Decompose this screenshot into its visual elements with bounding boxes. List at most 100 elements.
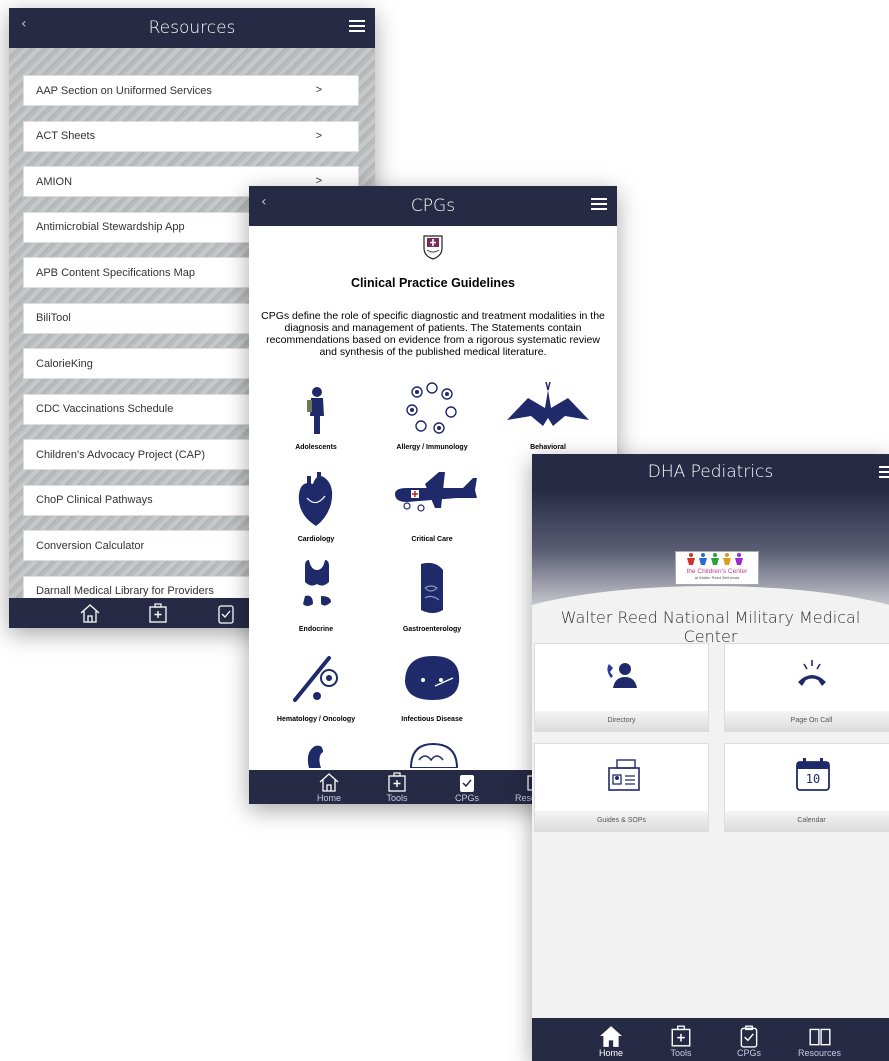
category-infectious-disease[interactable]: Infectious Disease [377,648,487,728]
chevron-right-icon: > [315,129,322,142]
category-label: Infectious Disease [401,716,463,723]
page-on-call-tile[interactable]: Page On Call [724,643,889,732]
home-icon [600,1026,622,1047]
childrens-center-logo: the Children's Center at Walter Reed Bet… [675,551,759,585]
tile-label: Directory [535,711,708,731]
category-adolescents[interactable]: Adolescents [261,378,371,458]
category-cardiology[interactable]: Cardiology [261,468,371,548]
tab-tools[interactable]: Tools [668,1024,694,1058]
tab-tools[interactable]: Tools [385,771,409,803]
tab-label: Tools [670,1048,692,1058]
category-label: Cardiology [297,536,335,543]
list-item-label: AAP Section on Uniformed Services [36,84,212,97]
allergy-icon [406,382,457,434]
hamburger-menu-icon[interactable] [591,196,607,212]
category-allergy[interactable]: Allergy / Immunology [377,378,487,458]
heart-icon [298,472,333,526]
list-item-label: Conversion Calculator [36,539,145,552]
category-label: Gastroenterology [402,626,462,633]
tab-cpgs[interactable]: CPGs [455,771,479,803]
stomach-icon [421,562,443,613]
category-critical-care[interactable]: Critical Care [377,468,487,548]
calendar-day: 10 [805,772,821,786]
sick-face-icon [405,656,460,700]
back-button[interactable]: ‹ [21,16,27,32]
logo-subtext: at Walter Reed Bethesda [694,575,740,580]
category-label: Endocrine [298,626,334,633]
behavioral-icon [507,381,589,426]
clipboard-check-icon [460,775,474,792]
list-item[interactable]: ACT Sheets > [23,120,359,152]
tab-cpgs[interactable] [215,602,237,624]
chevron-right-icon: > [315,84,322,96]
list-item-label: Children's Advocacy Project (CAP) [36,448,205,461]
clipboard-check-icon [218,605,234,624]
medkit-icon [388,772,406,792]
tab-home[interactable]: Home [598,1024,624,1058]
list-item[interactable]: AAP Section on Uniformed Services > [23,75,359,106]
calendar-tile[interactable]: 10 Calendar [724,743,889,832]
ringing-phone-icon [798,660,826,686]
category-behavioral[interactable]: Behavioral [493,378,603,458]
tab-tools[interactable] [147,602,169,624]
hamburger-menu-icon[interactable] [879,464,889,480]
tab-home[interactable]: Home [317,771,341,803]
category-label: Critical Care [411,536,453,543]
list-item-label: CDC Vaccinations Schedule [36,403,174,415]
dha-home-screen: DHA Pediatrics the Children's Center at … [532,454,889,1061]
adolescent-icon [307,387,324,434]
hamburger-menu-icon[interactable] [349,18,365,34]
list-item-label: Antimicrobial Stewardship App [36,221,185,233]
book-icon [808,1028,831,1046]
tab-label: Home [598,1048,623,1058]
tab-home[interactable] [79,602,101,624]
tab-resources[interactable]: Resources [798,1024,841,1058]
medkit-icon [671,1025,691,1047]
cpg-description: CPGs define the role of specific diagnos… [261,310,605,358]
bone-icon [293,656,338,702]
medical-crest-icon [423,235,443,260]
category-endocrine[interactable]: Endocrine [261,558,371,638]
category-neurology[interactable] [377,738,487,769]
dha-header: DHA Pediatrics [532,454,889,490]
app-title: DHA Pediatrics [647,462,774,482]
home-icon [319,773,339,792]
category-label: Hematology / Oncology [276,716,356,723]
page-title: CPGs [410,196,456,216]
guides-sops-tile[interactable]: Guides & SOPs [534,743,709,832]
tab-label: Resources [798,1048,842,1058]
home-icon [80,604,100,623]
logo-text: the Children's Center [686,568,748,575]
tab-label: CPGs [736,1048,761,1058]
back-button[interactable]: ‹ [261,194,267,210]
kidney-icon [307,745,323,768]
cpgs-header: ‹ CPGs [249,186,617,226]
resources-header: ‹ Resources [9,8,375,48]
category-renal[interactable] [261,738,371,768]
directory-tile[interactable]: Directory [534,643,709,732]
medkit-icon [149,603,167,623]
list-item-label: APB Content Specifications Map [36,266,195,279]
category-label: Allergy / Immunology [396,444,468,451]
category-label: Adolescents [295,444,337,451]
tile-label: Guides & SOPs [535,811,708,831]
list-item-label: AMION [36,175,73,188]
tab-cpgs[interactable]: CPGs [736,1024,762,1058]
thyroid-icon [303,560,331,606]
phone-person-icon [607,663,637,688]
tab-label: CPGs [455,793,480,803]
category-label: Behavioral [530,444,566,451]
list-item-label: ChoP Clinical Pathways [36,494,153,506]
clipboard-check-icon [740,1025,758,1048]
brain-icon [409,742,459,769]
airplane-icon [395,472,477,512]
tab-bar: Home Tools CPGs Resources [532,1018,889,1061]
list-item-label: Darnall Medical Library for Providers [36,585,214,597]
page-title: Resources [148,18,236,38]
tile-label: Calendar [725,811,889,831]
tab-label: Tools [386,793,408,803]
category-gastroenterology[interactable]: Gastroenterology [377,558,487,638]
id-card-icon [608,759,640,791]
cpg-heading: Clinical Practice Guidelines [351,276,515,290]
category-hematology[interactable]: Hematology / Oncology [261,648,371,728]
